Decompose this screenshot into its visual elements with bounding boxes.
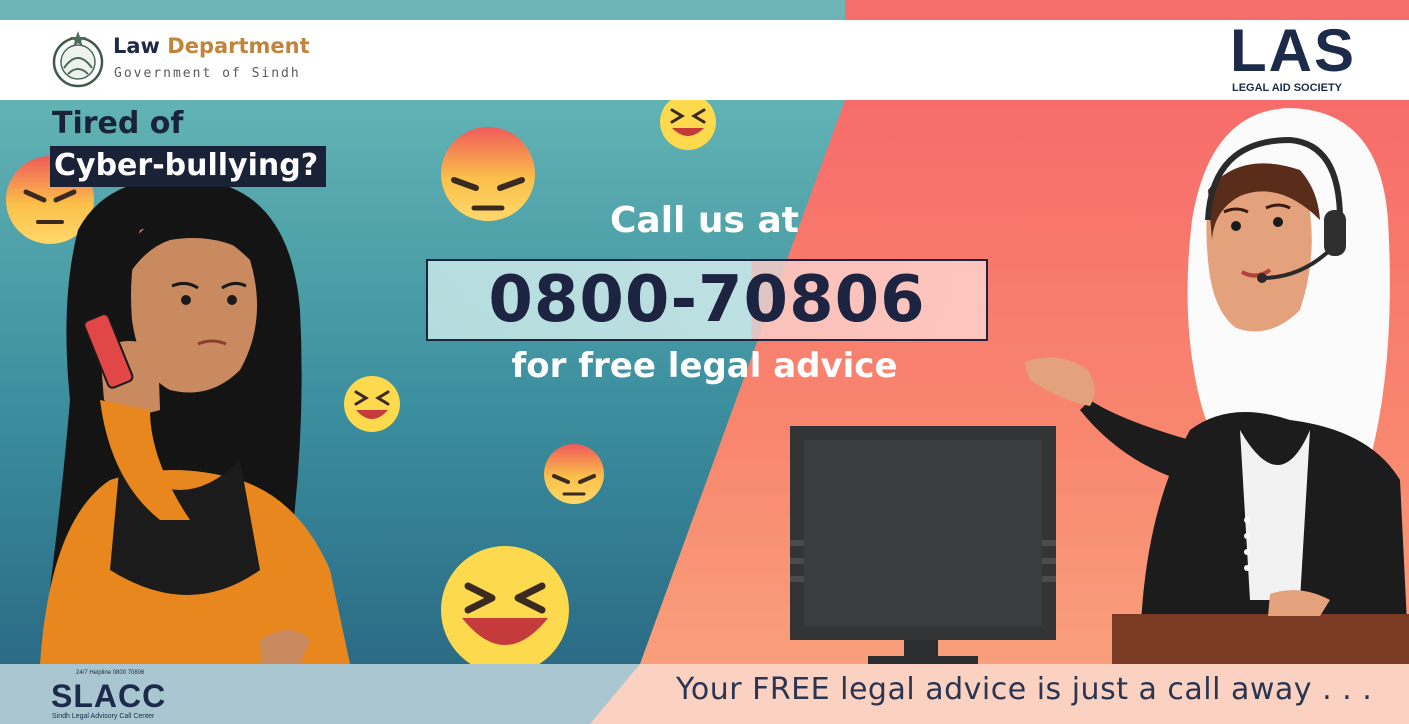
free-advice-text: for free legal advice bbox=[511, 346, 898, 386]
footer-tagline: Your FREE legal advice is just a call aw… bbox=[676, 672, 1373, 707]
headline-line-1: Tired of bbox=[52, 106, 184, 141]
sindh-seal-icon bbox=[52, 31, 104, 88]
computer-monitor-icon bbox=[790, 426, 1056, 664]
angry-emoji-icon bbox=[544, 444, 604, 504]
law-department-title: Law Department bbox=[113, 34, 310, 58]
slacc-tagline: Sindh Legal Advisory Call Center bbox=[52, 713, 155, 720]
call-us-label: Call us at bbox=[609, 200, 800, 241]
las-logo-text: LAS bbox=[1230, 17, 1356, 84]
phone-number-box[interactable]: 0800-70806 bbox=[426, 259, 988, 341]
las-logo: LAS LEGAL AID SOCIETY bbox=[1230, 20, 1366, 98]
government-subtitle: Government of Sindh bbox=[114, 66, 301, 81]
top-stripe-teal bbox=[0, 0, 845, 20]
headline-line-2: Cyber-bullying? bbox=[50, 146, 327, 187]
header: Law Department Government of Sindh LAS L… bbox=[0, 20, 1409, 100]
phone-number[interactable]: 0800-70806 bbox=[428, 261, 986, 339]
slacc-helpline: 24/7 Helpline 0800 70806 bbox=[76, 670, 145, 676]
department-word: Department bbox=[167, 34, 310, 58]
poster: Law Department Government of Sindh LAS L… bbox=[0, 0, 1409, 724]
slacc-logo: SLACC bbox=[51, 678, 167, 714]
law-word: Law bbox=[113, 34, 160, 58]
las-tagline: LEGAL AID SOCIETY bbox=[1232, 82, 1343, 94]
call-us-text: Call us at bbox=[0, 200, 1409, 241]
